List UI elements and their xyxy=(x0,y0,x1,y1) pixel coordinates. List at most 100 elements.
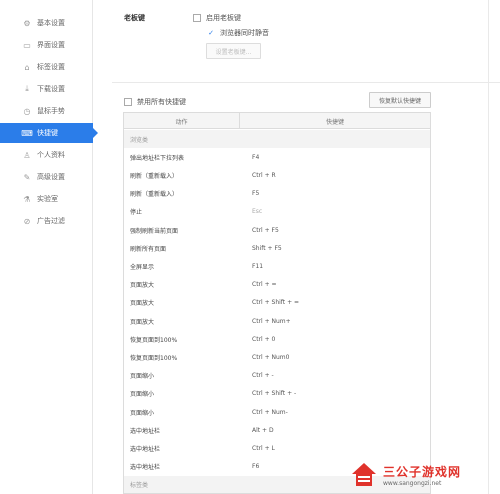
row-shortcut[interactable]: Ctrl + Num0 xyxy=(240,354,289,361)
restore-default-shortcuts-button[interactable]: 恢复默认快捷键 xyxy=(369,92,431,108)
table-row[interactable]: 页面放大 Ctrl + Shift + = xyxy=(124,294,430,312)
row-action: 刷新（重新载入） xyxy=(130,172,179,180)
row-action: 页面放大 xyxy=(130,282,155,290)
mute-browser-checkbox[interactable]: ✓ 浏览器同时静音 xyxy=(207,28,269,38)
table-row[interactable]: 弹出地址栏下拉列表 F4 xyxy=(124,148,430,166)
row-shortcut[interactable]: Ctrl + Num+ xyxy=(240,318,291,325)
row-shortcut[interactable]: Shift + F5 xyxy=(240,245,282,252)
table-row[interactable]: 刷新所有页面 Shift + F5 xyxy=(124,239,430,257)
block-icon: ⊘ xyxy=(23,216,31,226)
sidebar-item[interactable]: ⚙ 基本设置 xyxy=(0,13,93,33)
table-header: 动作 快捷键 xyxy=(124,113,430,129)
sidebar-item[interactable]: ⌂ 标签设置 xyxy=(0,57,93,77)
sidebar-item-label: 实验室 xyxy=(37,195,58,203)
row-shortcut[interactable]: Ctrl + - xyxy=(240,372,274,379)
checkbox-box[interactable]: ✓ xyxy=(207,29,215,37)
table-group-row[interactable]: 浏览类 xyxy=(124,130,430,148)
row-action: 选中地址栏 xyxy=(130,464,161,472)
flask-icon: ⚗ xyxy=(23,194,31,204)
keyboard-icon: ⌨ xyxy=(21,128,33,138)
table-row[interactable]: 页面缩小 Ctrl + Num- xyxy=(124,403,430,421)
row-shortcut[interactable]: Ctrl + 0 xyxy=(240,336,275,343)
sidebar-item[interactable]: ⊘ 广告过滤 xyxy=(0,211,93,231)
table-row[interactable]: 恢复页面到100% Ctrl + Num0 xyxy=(124,348,430,366)
mute-browser-label: 浏览器同时静音 xyxy=(220,29,269,37)
sidebar-item[interactable]: ♙ 个人资料 xyxy=(0,145,93,165)
watermark-title: 三公子游戏网 xyxy=(383,464,462,479)
row-action: 恢复页面到100% xyxy=(130,336,178,344)
scrollbar-track[interactable] xyxy=(488,0,489,494)
mouse-icon: ◷ xyxy=(23,106,31,116)
column-header-shortcut[interactable]: 快捷键 xyxy=(240,113,430,129)
row-action: 标签类 xyxy=(130,482,149,490)
download-icon: ⤓ xyxy=(25,84,29,93)
window-icon: ▭ xyxy=(23,40,31,50)
sidebar-item-label: 下载设置 xyxy=(37,85,65,93)
row-action: 恢复页面到100% xyxy=(130,354,178,362)
sidebar-item[interactable]: ⤓ 下载设置 xyxy=(0,79,93,99)
table-row[interactable]: 全屏显示 F11 xyxy=(124,257,430,275)
row-action: 停止 xyxy=(130,209,143,217)
wrench-icon: ✎ xyxy=(23,172,31,182)
gear-icon: ⚙ xyxy=(23,18,31,28)
sidebar-item[interactable]: ⚗ 实验室 xyxy=(0,189,93,209)
user-icon: ♙ xyxy=(23,150,31,160)
row-action: 页面放大 xyxy=(130,300,155,308)
table-row[interactable]: 停止 Esc xyxy=(124,203,430,221)
sidebar-item-label: 基本设置 xyxy=(37,19,65,27)
table-row[interactable]: 页面放大 Ctrl + Num+ xyxy=(124,312,430,330)
table-row[interactable]: 选中地址栏 Alt + D xyxy=(124,421,430,439)
table-row[interactable]: 页面缩小 Ctrl + Shift + - xyxy=(124,385,430,403)
row-action: 弹出地址栏下拉列表 xyxy=(130,154,185,162)
row-action: 页面缩小 xyxy=(130,409,155,417)
row-shortcut[interactable]: Ctrl + = xyxy=(240,281,277,288)
sidebar-item-label: 标签设置 xyxy=(37,63,65,71)
row-action: 页面缩小 xyxy=(130,373,155,381)
disable-all-shortcuts-checkbox[interactable]: 禁用所有快捷键 xyxy=(124,97,186,107)
set-boss-key-button[interactable]: 设置老板键... xyxy=(206,43,261,59)
table-row[interactable]: 刷新（重新载入） F5 xyxy=(124,185,430,203)
row-shortcut[interactable]: F5 xyxy=(240,190,259,197)
sidebar-item-label: 广告过滤 xyxy=(37,217,65,225)
row-action: 页面放大 xyxy=(130,318,155,326)
row-shortcut[interactable]: Ctrl + F5 xyxy=(240,227,279,234)
row-action: 浏览类 xyxy=(130,136,149,144)
sidebar-item-label: 界面设置 xyxy=(37,41,65,49)
sidebar-item[interactable]: ✎ 高级设置 xyxy=(0,167,93,187)
row-shortcut[interactable]: F11 xyxy=(240,263,263,270)
sidebar-item[interactable]: ◷ 鼠标手势 xyxy=(0,101,93,121)
row-shortcut[interactable]: Ctrl + R xyxy=(240,172,276,179)
table-row[interactable]: 刷新（重新载入） Ctrl + R xyxy=(124,166,430,184)
sidebar-item-label: 快捷键 xyxy=(37,129,58,137)
sidebar-item[interactable]: ⌨ 快捷键 xyxy=(0,123,98,143)
row-shortcut[interactable]: Ctrl + Shift + = xyxy=(240,299,299,306)
enable-boss-key-label: 启用老板键 xyxy=(206,14,241,22)
table-row[interactable]: 页面放大 Ctrl + = xyxy=(124,276,430,294)
table-row[interactable]: 恢复页面到100% Ctrl + 0 xyxy=(124,330,430,348)
sidebar-item[interactable]: ▭ 界面设置 xyxy=(0,35,93,55)
sidebar-item-label: 鼠标手势 xyxy=(37,107,65,115)
row-shortcut[interactable]: F4 xyxy=(240,154,259,161)
disable-all-shortcuts-label: 禁用所有快捷键 xyxy=(137,98,186,106)
row-shortcut[interactable]: F6 xyxy=(240,463,259,470)
watermark-url: www.sangongzi.net xyxy=(383,479,442,487)
watermark: 三公子游戏网 www.sangongzi.net xyxy=(349,455,500,494)
section-divider xyxy=(112,82,500,83)
row-shortcut[interactable]: Esc xyxy=(240,208,262,215)
sidebar-item-label: 个人资料 xyxy=(37,151,65,159)
boss-key-section-label: 老板键 xyxy=(124,14,145,22)
checkbox-box[interactable] xyxy=(193,14,201,22)
row-shortcut[interactable]: Ctrl + Num- xyxy=(240,409,288,416)
row-shortcut[interactable]: Ctrl + L xyxy=(240,445,275,452)
table-row[interactable]: 强制刷新当前页面 Ctrl + F5 xyxy=(124,221,430,239)
row-action: 选中地址栏 xyxy=(130,427,161,435)
watermark-logo-icon xyxy=(349,460,379,490)
row-action: 页面缩小 xyxy=(130,391,155,399)
table-row[interactable]: 页面缩小 Ctrl + - xyxy=(124,367,430,385)
checkbox-box[interactable] xyxy=(124,98,132,106)
row-shortcut[interactable]: Ctrl + Shift + - xyxy=(240,390,296,397)
row-action: 选中地址栏 xyxy=(130,445,161,453)
row-shortcut[interactable]: Alt + D xyxy=(240,427,274,434)
enable-boss-key-checkbox[interactable]: 启用老板键 xyxy=(193,13,241,23)
column-header-action[interactable]: 动作 xyxy=(124,113,240,129)
